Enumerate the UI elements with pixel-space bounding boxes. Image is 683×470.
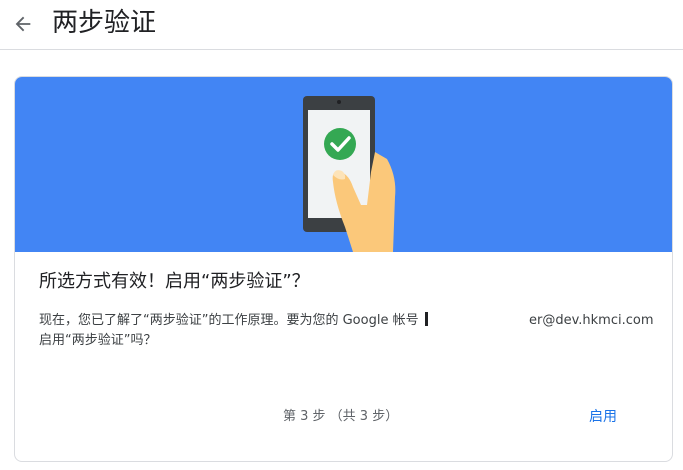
account-email: er@dev.hkmci.com [529, 313, 654, 328]
phone-checkmark-illustration [303, 96, 396, 252]
back-button[interactable] [8, 10, 38, 38]
card-heading: 所选方式有效！启用“两步验证”？ [39, 271, 310, 292]
step-indicator: 第 3 步 （共 3 步） [283, 409, 399, 424]
page-title: 两步验证 [52, 8, 157, 38]
confirmation-card: 所选方式有效！启用“两步验证”？ 现在，您已了解了“两步验证”的工作原理。要为您… [14, 76, 673, 462]
redaction-bar [424, 312, 428, 326]
body-text-1: 现在，您已了解了“两步验证”的工作原理。要为您的 Google 帐号 [39, 313, 419, 328]
check-icon [324, 128, 356, 160]
top-app-bar: 两步验证 [0, 0, 683, 50]
banner [15, 77, 672, 252]
card-body: 现在，您已了解了“两步验证”的工作原理。要为您的 Google 帐号 er@de… [39, 311, 654, 351]
body-text-2: 启用“两步验证”吗？ [39, 333, 157, 348]
body-line-1: 现在，您已了解了“两步验证”的工作原理。要为您的 Google 帐号 er@de… [39, 311, 654, 331]
enable-button[interactable]: 启用 [581, 403, 625, 431]
arrow-back-icon [15, 16, 31, 32]
